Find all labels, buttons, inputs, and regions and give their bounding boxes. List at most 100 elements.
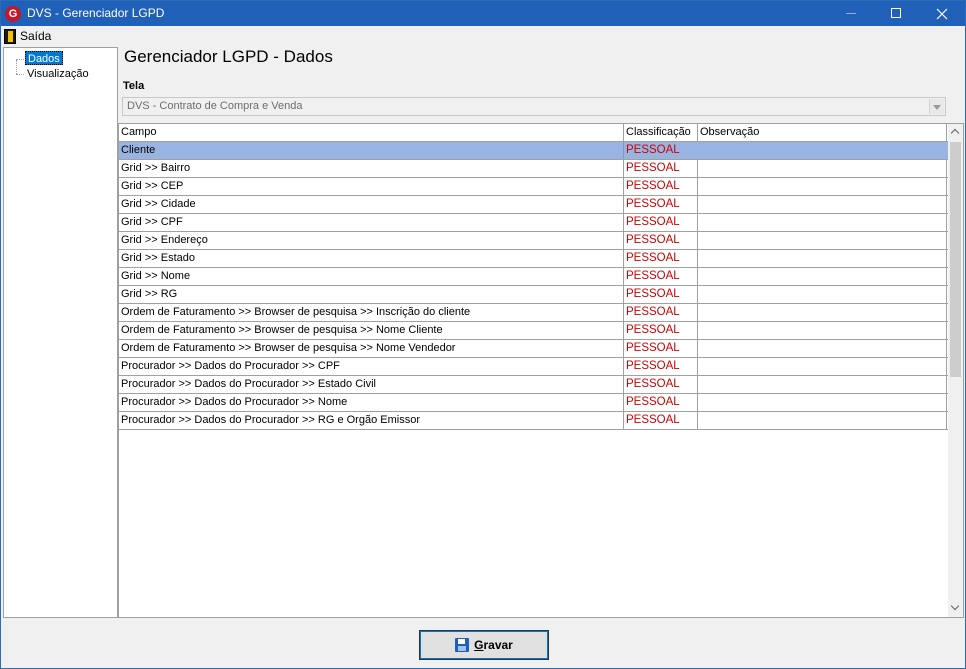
cell-classificacao[interactable]: PESSOAL	[624, 286, 698, 303]
table-row[interactable]: Cliente PESSOAL	[119, 142, 948, 160]
cell-campo[interactable]: Cliente	[119, 142, 624, 159]
cell-observacao[interactable]	[698, 250, 947, 267]
save-button[interactable]: Gravar	[419, 630, 549, 660]
cell-campo[interactable]: Grid >> CPF	[119, 214, 624, 231]
column-header-classificacao[interactable]: Classificação	[624, 124, 698, 141]
maximize-button[interactable]	[873, 1, 919, 26]
title-bar[interactable]: G DVS - Gerenciador LGPD	[1, 1, 965, 26]
cell-observacao[interactable]	[698, 394, 947, 411]
floppy-disk-icon	[455, 638, 470, 652]
cell-classificacao[interactable]: PESSOAL	[624, 376, 698, 393]
cell-campo[interactable]: Procurador >> Dados do Procurador >> CPF	[119, 358, 624, 375]
cell-observacao[interactable]	[698, 358, 947, 375]
window-title: DVS - Gerenciador LGPD	[27, 6, 165, 20]
scroll-thumb[interactable]	[950, 142, 961, 377]
tree-item-visualizacao[interactable]: Visualização	[25, 67, 91, 81]
table-row[interactable]: Ordem de Faturamento >> Browser de pesqu…	[119, 322, 948, 340]
cell-campo[interactable]: Grid >> Nome	[119, 268, 624, 285]
cell-campo[interactable]: Procurador >> Dados do Procurador >> Nom…	[119, 394, 624, 411]
table-row[interactable]: Grid >> RG PESSOAL	[119, 286, 948, 304]
cell-observacao[interactable]	[698, 142, 947, 159]
close-icon	[936, 8, 948, 20]
minimize-icon	[846, 13, 856, 14]
cell-observacao[interactable]	[698, 178, 947, 195]
cell-observacao[interactable]	[698, 160, 947, 177]
grid-header: Campo Classificação Observação	[119, 124, 948, 142]
table-row[interactable]: Procurador >> Dados do Procurador >> RG …	[119, 412, 948, 430]
cell-classificacao[interactable]: PESSOAL	[624, 340, 698, 357]
navigation-tree: Dados Visualização	[3, 47, 118, 618]
cell-campo[interactable]: Grid >> Bairro	[119, 160, 624, 177]
cell-classificacao[interactable]: PESSOAL	[624, 232, 698, 249]
tela-select-value: DVS - Contrato de Compra e Venda	[127, 100, 303, 112]
close-button[interactable]	[919, 1, 965, 26]
cell-observacao[interactable]	[698, 286, 947, 303]
table-row[interactable]: Procurador >> Dados do Procurador >> CPF…	[119, 358, 948, 376]
grid-body: Cliente PESSOAL Grid >> Bairro PESSOAL Grid …	[119, 142, 948, 430]
cell-classificacao[interactable]: PESSOAL	[624, 250, 698, 267]
minimize-button[interactable]	[827, 1, 873, 26]
cell-campo[interactable]: Ordem de Faturamento >> Browser de pesqu…	[119, 340, 624, 357]
cell-observacao[interactable]	[698, 232, 947, 249]
table-row[interactable]: Ordem de Faturamento >> Browser de pesqu…	[119, 304, 948, 322]
table-row[interactable]: Grid >> CEP PESSOAL	[119, 178, 948, 196]
cell-classificacao[interactable]: PESSOAL	[624, 196, 698, 213]
tela-label: Tela	[123, 80, 145, 92]
app-window: G DVS - Gerenciador LGPD Saída Dados Vis…	[0, 0, 966, 669]
table-row[interactable]: Grid >> Nome PESSOAL	[119, 268, 948, 286]
cell-classificacao[interactable]: PESSOAL	[624, 160, 698, 177]
table-row[interactable]: Grid >> CPF PESSOAL	[119, 214, 948, 232]
cell-observacao[interactable]	[698, 268, 947, 285]
cell-classificacao[interactable]: PESSOAL	[624, 322, 698, 339]
cell-campo[interactable]: Grid >> Cidade	[119, 196, 624, 213]
cell-observacao[interactable]	[698, 196, 947, 213]
maximize-icon	[891, 8, 901, 18]
table-row[interactable]: Procurador >> Dados do Procurador >> Nom…	[119, 394, 948, 412]
page-title: Gerenciador LGPD - Dados	[124, 47, 333, 66]
menu-item-saida[interactable]: Saída	[4, 28, 51, 44]
cell-classificacao[interactable]: PESSOAL	[624, 142, 698, 159]
tree-connector	[16, 60, 17, 74]
chevron-down-icon[interactable]	[929, 99, 944, 114]
table-row[interactable]: Grid >> Estado PESSOAL	[119, 250, 948, 268]
cell-classificacao[interactable]: PESSOAL	[624, 268, 698, 285]
table-row[interactable]: Grid >> Cidade PESSOAL	[119, 196, 948, 214]
cell-classificacao[interactable]: PESSOAL	[624, 394, 698, 411]
tree-connector	[16, 59, 24, 60]
table-row[interactable]: Grid >> Bairro PESSOAL	[119, 160, 948, 178]
save-button-label: Gravar	[474, 638, 513, 652]
cell-observacao[interactable]	[698, 304, 947, 321]
cell-classificacao[interactable]: PESSOAL	[624, 304, 698, 321]
cell-campo[interactable]: Grid >> Estado	[119, 250, 624, 267]
menu-bar: Saída	[1, 26, 965, 46]
cell-campo[interactable]: Grid >> CEP	[119, 178, 624, 195]
tree-item-dados[interactable]: Dados	[25, 51, 63, 65]
cell-observacao[interactable]	[698, 376, 947, 393]
table-row[interactable]: Ordem de Faturamento >> Browser de pesqu…	[119, 340, 948, 358]
cell-observacao[interactable]	[698, 340, 947, 357]
cell-observacao[interactable]	[698, 322, 947, 339]
app-logo-icon: G	[5, 6, 21, 22]
cell-campo[interactable]: Ordem de Faturamento >> Browser de pesqu…	[119, 304, 624, 321]
table-row[interactable]: Procurador >> Dados do Procurador >> Est…	[119, 376, 948, 394]
menu-item-label: Saída	[20, 29, 52, 43]
cell-campo[interactable]: Grid >> RG	[119, 286, 624, 303]
column-header-campo[interactable]: Campo	[119, 124, 624, 141]
table-row[interactable]: Grid >> Endereço PESSOAL	[119, 232, 948, 250]
cell-classificacao[interactable]: PESSOAL	[624, 178, 698, 195]
cell-campo[interactable]: Grid >> Endereço	[119, 232, 624, 249]
scroll-down-icon[interactable]	[948, 600, 963, 617]
column-header-observacao[interactable]: Observação	[698, 124, 947, 141]
tela-select[interactable]: DVS - Contrato de Compra e Venda	[122, 97, 946, 116]
vertical-scrollbar[interactable]	[948, 124, 963, 617]
tree-connector	[16, 74, 24, 75]
cell-campo[interactable]: Ordem de Faturamento >> Browser de pesqu…	[119, 322, 624, 339]
cell-campo[interactable]: Procurador >> Dados do Procurador >> Est…	[119, 376, 624, 393]
cell-classificacao[interactable]: PESSOAL	[624, 358, 698, 375]
cell-classificacao[interactable]: PESSOAL	[624, 412, 698, 429]
cell-observacao[interactable]	[698, 214, 947, 231]
cell-classificacao[interactable]: PESSOAL	[624, 214, 698, 231]
cell-observacao[interactable]	[698, 412, 947, 429]
cell-campo[interactable]: Procurador >> Dados do Procurador >> RG …	[119, 412, 624, 429]
scroll-up-icon[interactable]	[948, 124, 963, 141]
